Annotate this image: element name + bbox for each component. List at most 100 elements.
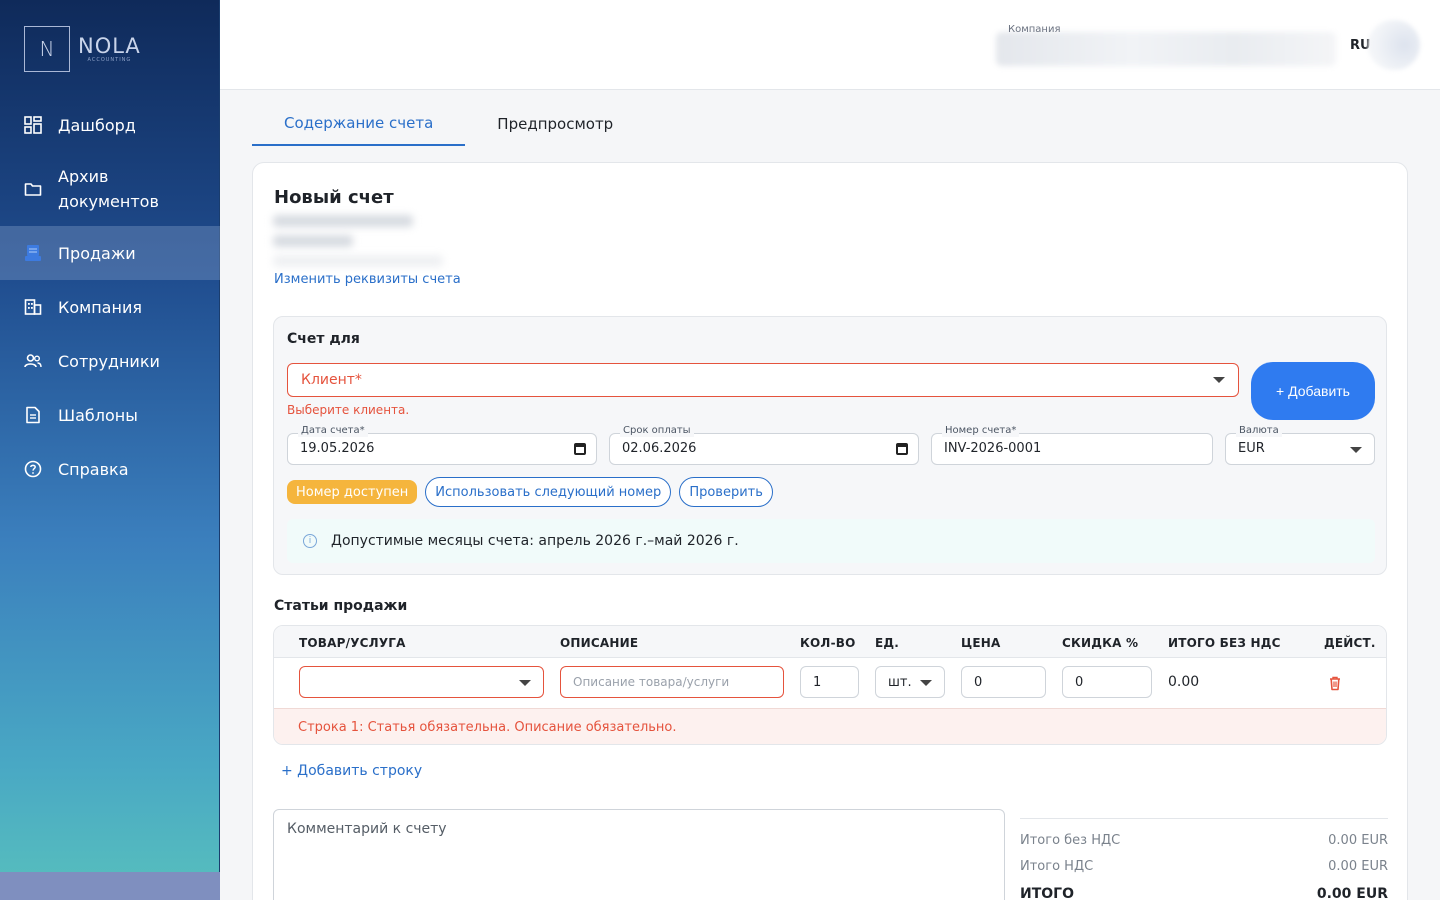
comment-textarea[interactable]: Комментарий к счету <box>273 809 1005 900</box>
net-total-row: Итого без НДС 0.00 EUR <box>1020 827 1388 853</box>
folder-icon <box>24 180 42 198</box>
grand-total-label: ИТОГО <box>1020 886 1074 900</box>
price-input[interactable]: 0 <box>961 666 1046 698</box>
discount-value: 0 <box>1075 674 1084 690</box>
price-value: 0 <box>974 674 983 690</box>
column-header: ДЕЙСТ. <box>1324 636 1376 650</box>
column-header: СКИДКА % <box>1062 636 1139 650</box>
sidebar-item-label: Дашборд <box>58 115 136 135</box>
due-date-field[interactable]: Срок оплаты 02.06.2026 <box>609 425 919 465</box>
delete-icon[interactable] <box>1327 675 1343 691</box>
status-badge: Номер доступен <box>287 480 418 504</box>
column-header: ТОВАР/УСЛУГА <box>299 636 406 650</box>
sidebar-item-employees[interactable]: Сотрудники <box>0 334 220 388</box>
items-table: ТОВАР/УСЛУГА ОПИСАНИЕ КОЛ-ВО ЕД. ЦЕНА СК… <box>273 625 1387 745</box>
sidebar-item-label: Сотрудники <box>58 351 160 371</box>
vat-total-value: 0.00 EUR <box>1328 858 1388 874</box>
table-header: ТОВАР/УСЛУГА ОПИСАНИЕ КОЛ-ВО ЕД. ЦЕНА СК… <box>274 626 1386 658</box>
net-total-label: Итого без НДС <box>1020 832 1121 848</box>
client-select[interactable]: Клиент* <box>287 363 1239 397</box>
sidebar-item-company[interactable]: Компания <box>0 280 220 334</box>
field-value: EUR <box>1238 441 1265 456</box>
calendar-icon[interactable] <box>896 443 908 455</box>
field-value: 02.06.2026 <box>622 441 697 456</box>
sidebar-nav: Дашборд Архив документов Продажи Компани… <box>0 98 220 496</box>
discount-input[interactable]: 0 <box>1062 666 1152 698</box>
column-header: ЕД. <box>875 636 900 650</box>
help-icon <box>24 460 42 478</box>
table-row: Описание товара/услуги 1 шт. 0 0 0.00 <box>274 658 1386 708</box>
quantity-value: 1 <box>813 674 822 690</box>
calendar-icon[interactable] <box>574 443 586 455</box>
invoice-number-field[interactable]: Номер счета* INV-2026-0001 <box>931 425 1213 465</box>
people-icon <box>24 352 42 370</box>
company-selector[interactable]: Компания <box>996 24 1336 66</box>
field-label: Дата счета* <box>298 425 368 437</box>
sidebar-item-templates[interactable]: Шаблоны <box>0 388 220 442</box>
client-error-message: Выберите клиента. <box>287 403 410 417</box>
avatar[interactable] <box>1368 20 1420 70</box>
building-icon <box>24 298 42 316</box>
logo-subtitle: ACCOUNTING <box>87 57 132 63</box>
add-client-button[interactable]: + Добавить <box>1251 362 1375 420</box>
invoice-card: Новый счет Изменить реквизиты счета Счет… <box>252 162 1408 900</box>
sidebar-footer <box>0 872 220 900</box>
sidebar-item-label: Шаблоны <box>58 405 138 425</box>
chevron-down-icon <box>519 680 531 686</box>
bill-to-section: Счет для Клиент* Выберите клиента. + Доб… <box>273 316 1387 575</box>
check-number-button[interactable]: Проверить <box>679 477 773 507</box>
add-row-button[interactable]: + Добавить строку <box>281 763 422 779</box>
column-header: КОЛ-ВО <box>800 636 856 650</box>
description-placeholder: Описание товара/услуги <box>573 675 730 689</box>
chevron-down-icon <box>1350 447 1362 453</box>
chevron-down-icon <box>1213 377 1225 383</box>
logo-mark: N <box>24 26 70 72</box>
document-icon <box>24 406 42 424</box>
column-header: ОПИСАНИЕ <box>560 636 639 650</box>
logo-name: NOLA <box>78 34 141 58</box>
field-label: Номер счета* <box>942 425 1020 437</box>
info-banner: i Допустимые месяцы счета: апрель 2026 г… <box>287 519 1375 563</box>
number-actions: Номер доступен Использовать следующий но… <box>287 477 773 507</box>
description-input[interactable]: Описание товара/услуги <box>560 666 784 698</box>
sidebar-item-label: Продажи <box>58 243 136 263</box>
currency-select[interactable]: Валюта EUR <box>1225 425 1375 465</box>
totals-summary: Итого без НДС 0.00 EUR Итого НДС 0.00 EU… <box>1020 818 1388 900</box>
net-total-value: 0.00 EUR <box>1328 832 1388 848</box>
vat-total-label: Итого НДС <box>1020 858 1094 874</box>
sidebar-item-sales[interactable]: Продажи <box>0 226 220 280</box>
field-value: INV-2026-0001 <box>944 441 1042 456</box>
page-title: Новый счет <box>274 187 394 208</box>
field-value: 19.05.2026 <box>300 441 375 456</box>
sidebar-item-help[interactable]: Справка <box>0 442 220 496</box>
grand-total-row: ИТОГО 0.00 EUR <box>1020 881 1388 900</box>
field-label: Валюта <box>1236 425 1282 437</box>
unit-select[interactable]: шт. <box>875 666 945 698</box>
company-value-redacted <box>996 32 1336 66</box>
row-error-message: Строка 1: Статья обязательна. Описание о… <box>274 708 1386 744</box>
grid-icon <box>24 116 42 134</box>
column-header: ИТОГО БЕЗ НДС <box>1168 636 1281 650</box>
use-next-number-button[interactable]: Использовать следующий номер <box>425 477 672 507</box>
sidebar-item-label: Архив документов <box>58 167 159 211</box>
row-total: 0.00 <box>1168 674 1200 690</box>
company-label: Компания <box>1008 24 1061 35</box>
top-header: Компания RU <box>220 0 1440 90</box>
unit-value: шт. <box>888 674 912 690</box>
tab-preview[interactable]: Предпросмотр <box>465 102 645 146</box>
sidebar-item-dashboard[interactable]: Дашборд <box>0 98 220 152</box>
tab-content[interactable]: Содержание счета <box>252 102 466 146</box>
sidebar-item-archive[interactable]: Архив документов <box>0 152 220 226</box>
quantity-input[interactable]: 1 <box>800 666 859 698</box>
invoice-details-redacted <box>273 215 443 275</box>
logo[interactable]: N NOLA ACCOUNTING <box>24 26 141 72</box>
edit-invoice-details-link[interactable]: Изменить реквизиты счета <box>274 272 461 287</box>
chevron-down-icon <box>920 680 932 686</box>
invoice-date-field[interactable]: Дата счета* 19.05.2026 <box>287 425 597 465</box>
section-title: Статьи продажи <box>274 598 408 614</box>
product-select[interactable] <box>299 666 544 698</box>
invoice-tabs: Содержание счета Предпросмотр <box>252 102 645 146</box>
grand-total-value: 0.00 EUR <box>1316 886 1388 900</box>
field-label: Срок оплаты <box>620 425 694 437</box>
sidebar-item-label: Справка <box>58 459 129 479</box>
